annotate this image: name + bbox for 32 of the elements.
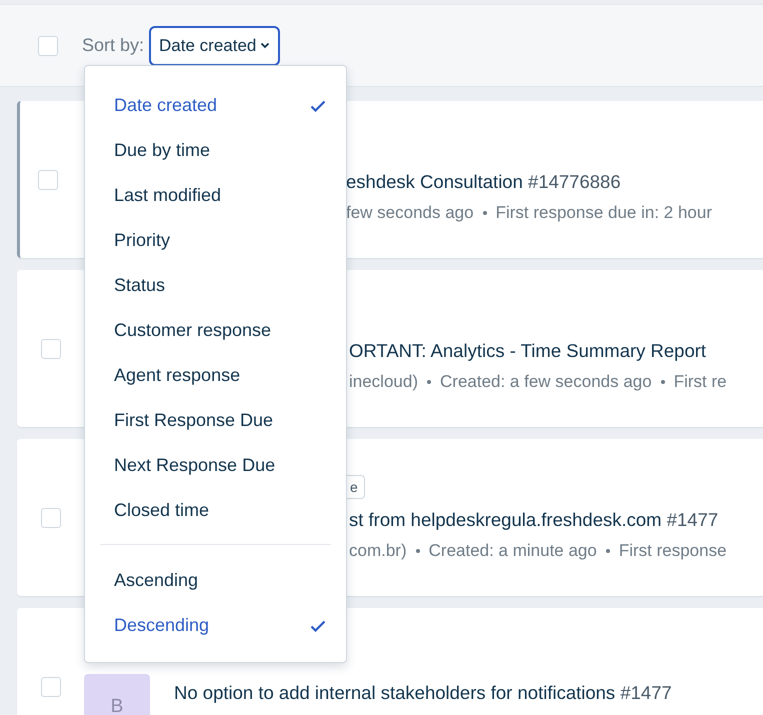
- menu-item[interactable]: Last modified: [85, 173, 346, 218]
- ticket-title[interactable]: No option to add internal stakeholders for notifications #1477: [174, 682, 672, 704]
- select-all-checkbox[interactable]: [38, 36, 58, 56]
- separator-dot: [427, 380, 431, 384]
- separator-dot: [660, 380, 665, 384]
- ticket-title[interactable]: st from helpdeskregula.freshdesk.com #1477: [349, 508, 727, 530]
- separator-dot: [416, 548, 420, 552]
- sort-dropdown[interactable]: Date created: [149, 26, 280, 66]
- ticket-checkbox[interactable]: [38, 170, 58, 190]
- ticket-meta: com.br): [349, 540, 407, 560]
- menu-item[interactable]: Next Response Due: [85, 443, 346, 488]
- separator-dot: [606, 548, 610, 552]
- ticket-title[interactable]: ORTANT: Analytics - Time Summary Report: [349, 340, 727, 362]
- ticket-checkbox[interactable]: [41, 676, 61, 696]
- chevron-down-icon: [260, 42, 270, 49]
- separator-dot: [482, 210, 487, 214]
- avatar: B: [84, 674, 150, 715]
- menu-item[interactable]: Closed time: [85, 488, 346, 533]
- ticket-meta: First response: [618, 540, 727, 560]
- menu-item[interactable]: Agent response: [85, 353, 346, 398]
- ticket-meta: First re: [674, 372, 727, 392]
- ticket-checkbox[interactable]: [41, 508, 61, 528]
- ticket-meta: inecloud): [349, 372, 418, 392]
- menu-item[interactable]: Due by time: [85, 128, 346, 173]
- ticket-checkbox[interactable]: [41, 338, 61, 358]
- menu-item[interactable]: Customer response: [85, 308, 346, 353]
- ticket-meta: few seconds ago: [346, 202, 474, 222]
- ticket-title[interactable]: eshdesk Consultation #14776886: [346, 170, 712, 192]
- ticket-meta: First response due in: 2 hour: [496, 202, 712, 222]
- sort-label: Sort by:: [82, 35, 144, 56]
- ticket-meta: Created: a few seconds ago: [440, 372, 652, 392]
- ticket-meta: Created: a minute ago: [428, 540, 597, 560]
